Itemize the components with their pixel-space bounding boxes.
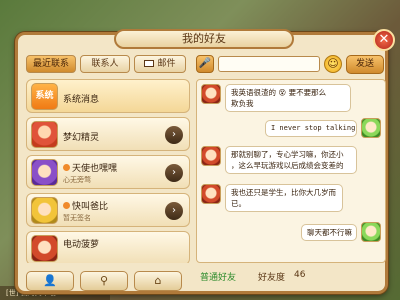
contact-tabs: 最近联系 联系人 邮件 bbox=[26, 55, 190, 73]
friendship-label: 好友度 bbox=[258, 273, 286, 283]
avatar bbox=[201, 184, 221, 204]
mail-icon bbox=[144, 60, 155, 67]
chevron-right-icon[interactable]: › bbox=[165, 202, 183, 220]
emoji-icon[interactable]: ☺ bbox=[324, 55, 342, 73]
chat-message: I never stop talking bbox=[201, 118, 381, 140]
message-text: 我英语很渣的 bbox=[231, 88, 276, 97]
close-button[interactable]: ✕ bbox=[373, 29, 395, 51]
contact-list[interactable]: 系统 系统消息 梦幻精灵 › 天使也嘿嘿 心无旁骛 › 快叫爸比 暂无签名 › bbox=[26, 79, 190, 263]
contact-name: 系统消息 bbox=[63, 95, 100, 105]
message-text: 欺负我 bbox=[231, 99, 254, 108]
list-item[interactable]: 天使也嘿嘿 心无旁骛 › bbox=[26, 155, 190, 189]
message-text: ，这么早玩游戏以后成绩会变差的 bbox=[231, 161, 344, 170]
contact-name: 梦幻精灵 bbox=[63, 133, 100, 143]
contact-signature: 心无旁骛 bbox=[63, 176, 91, 184]
status-icon bbox=[63, 202, 70, 209]
contact-name-text: 天使也嘿嘿 bbox=[72, 164, 118, 174]
friends-dialog: 我的好友 ✕ 最近联系 联系人 邮件 系统 系统消息 梦幻精灵 › 天使也嘿嘿 … bbox=[15, 29, 395, 294]
list-item[interactable]: 快叫爸比 暂无签名 › bbox=[26, 193, 190, 227]
chat-message: 我也还只是学生，比你大几岁而 已。 bbox=[201, 184, 381, 214]
location-button[interactable]: ⚲ bbox=[80, 271, 128, 291]
status-icon bbox=[63, 164, 70, 171]
contact-actions: 👤 ⚲ ⌂ bbox=[26, 271, 182, 291]
avatar bbox=[31, 197, 58, 224]
home-button[interactable]: ⌂ bbox=[134, 271, 182, 291]
dialog-title: 我的好友 bbox=[114, 29, 294, 49]
avatar bbox=[361, 118, 381, 138]
avatar bbox=[31, 235, 58, 262]
chat-message: 那就别聊了，专心学习嘛，你还小 ，这么早玩游戏以后成绩会变差的 bbox=[201, 146, 381, 176]
chat-message: 我英语很渣的 😵 要不要那么 欺负我 bbox=[201, 84, 381, 114]
message-bubble: I never stop talking bbox=[265, 120, 357, 137]
list-item[interactable]: 系统 系统消息 bbox=[26, 79, 190, 113]
friendship-value: 46 bbox=[294, 270, 306, 280]
message-bubble: 我英语很渣的 😵 要不要那么 欺负我 bbox=[225, 84, 351, 112]
mic-icon[interactable]: 🎤 bbox=[196, 55, 214, 73]
chat-message: 聊天都不行嘛 bbox=[201, 222, 381, 244]
avatar bbox=[361, 222, 381, 242]
contact-name-text: 快叫爸比 bbox=[72, 202, 109, 212]
contact-name: 天使也嘿嘿 bbox=[63, 161, 117, 174]
message-text: 那就别聊了，专心学习嘛，你还小 bbox=[231, 150, 344, 159]
tab-mail[interactable]: 邮件 bbox=[134, 55, 186, 73]
friend-type: 普通好友 bbox=[200, 273, 237, 283]
add-friend-button[interactable]: 👤 bbox=[26, 271, 74, 291]
message-text: 要不要那么 bbox=[288, 88, 327, 97]
avatar bbox=[201, 146, 221, 166]
contact-signature: 暂无签名 bbox=[63, 214, 91, 222]
friend-info-bar: 普通好友 好友度 46 bbox=[196, 267, 386, 285]
contact-name: 电动菠萝 bbox=[63, 240, 100, 250]
message-text: 我也还只是学生，比你大几岁而 bbox=[231, 188, 336, 197]
chat-input-row: 🎤 ☺ 发送 bbox=[196, 55, 386, 75]
avatar bbox=[31, 121, 58, 148]
chat-input[interactable] bbox=[218, 56, 320, 72]
message-bubble: 那就别聊了，专心学习嘛，你还小 ，这么早玩游戏以后成绩会变差的 bbox=[225, 146, 357, 174]
message-bubble: 我也还只是学生，比你大几岁而 已。 bbox=[225, 184, 343, 212]
chevron-right-icon[interactable]: › bbox=[165, 126, 183, 144]
chat-panel: 🎤 ☺ 发送 我英语很渣的 😵 要不要那么 欺负我 I never stop t… bbox=[196, 55, 386, 291]
contacts-panel: 最近联系 联系人 邮件 系统 系统消息 梦幻精灵 › 天使也嘿嘿 心无旁骛 › bbox=[26, 55, 190, 291]
list-item[interactable]: 电动菠萝 bbox=[26, 231, 190, 263]
contact-name: 快叫爸比 bbox=[63, 199, 108, 212]
avatar bbox=[31, 159, 58, 186]
system-avatar: 系统 bbox=[31, 83, 58, 110]
message-bubble: 聊天都不行嘛 bbox=[301, 224, 357, 241]
message-list[interactable]: 我英语很渣的 😵 要不要那么 欺负我 I never stop talking … bbox=[196, 79, 386, 263]
send-button[interactable]: 发送 bbox=[346, 55, 384, 74]
tab-contacts[interactable]: 联系人 bbox=[80, 55, 130, 73]
tab-recent[interactable]: 最近联系 bbox=[26, 55, 76, 73]
list-item[interactable]: 梦幻精灵 › bbox=[26, 117, 190, 151]
emoji-icon: 😵 bbox=[276, 88, 289, 97]
message-text: 已。 bbox=[231, 199, 246, 208]
chevron-right-icon[interactable]: › bbox=[165, 164, 183, 182]
tab-mail-label: 邮件 bbox=[157, 59, 176, 69]
avatar bbox=[201, 84, 221, 104]
